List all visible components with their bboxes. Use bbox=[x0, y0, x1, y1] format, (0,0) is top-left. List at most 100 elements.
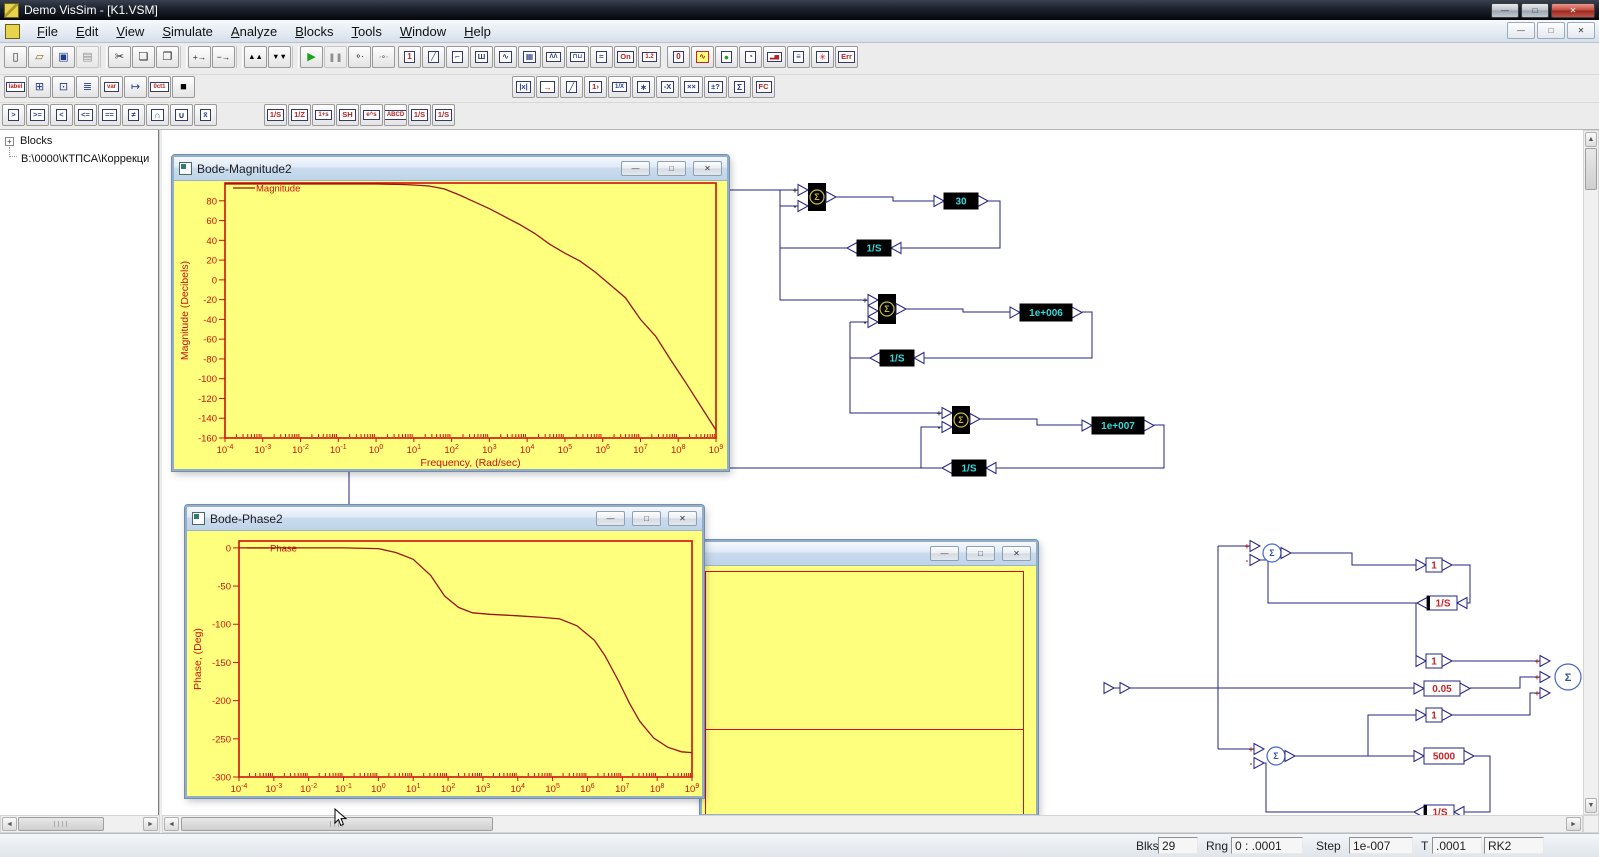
bode-magnitude-window[interactable]: Bode-Magnitude2 — □ ✕ 806040200-20-40-60… bbox=[172, 155, 729, 471]
gain-block-1e7[interactable]: 1e+007 bbox=[1082, 417, 1154, 434]
flip-up-button[interactable]: ▲▲ bbox=[244, 46, 267, 68]
canvas-vscrollbar[interactable]: ▲ ▼ bbox=[1583, 130, 1599, 815]
minimize-icon[interactable]: — bbox=[621, 161, 650, 176]
listbox-block-button[interactable]: ≡ bbox=[787, 46, 810, 68]
plot-window-background-titlebar[interactable]: — □ ✕ bbox=[702, 542, 1036, 566]
canvas-vscroll-thumb[interactable] bbox=[1585, 148, 1597, 190]
multi-step-button[interactable]: ∙∘∙ bbox=[372, 46, 395, 68]
paste-button[interactable]: ❐ bbox=[156, 46, 179, 68]
menu-item-help[interactable]: Help bbox=[455, 22, 500, 41]
not-block-button[interactable]: x̄ bbox=[194, 104, 217, 126]
polar-plot-block-button[interactable]: ✳ bbox=[811, 46, 834, 68]
comment-block-button[interactable]: ■ bbox=[172, 76, 195, 98]
gain-block-button[interactable]: 1› bbox=[584, 76, 607, 98]
menu-item-view[interactable]: View bbox=[107, 22, 153, 41]
scroll-down-icon[interactable]: ▼ bbox=[1585, 798, 1597, 813]
state-space-button[interactable]: ABCD bbox=[384, 104, 407, 126]
sample-hold-button[interactable]: SH bbox=[336, 104, 359, 126]
summing-junction-button[interactable]: Σ bbox=[728, 76, 751, 98]
import-block-button[interactable]: ▦ bbox=[518, 46, 541, 68]
scroll-right-icon[interactable]: ► bbox=[1566, 817, 1581, 831]
pause-simulation-button[interactable]: ❚❚ bbox=[324, 46, 347, 68]
menu-item-file[interactable]: File bbox=[28, 22, 67, 41]
save-file-button[interactable]: ▣ bbox=[52, 46, 75, 68]
maximize-button[interactable]: □ bbox=[1521, 3, 1549, 18]
scroll-right-icon[interactable]: ► bbox=[143, 817, 158, 831]
mdi-restore-button[interactable]: □ bbox=[1537, 22, 1565, 39]
limit-block-button[interactable]: ╱ bbox=[560, 76, 583, 98]
time-delay-button[interactable]: e^s bbox=[360, 104, 383, 126]
minimize-icon[interactable]: — bbox=[596, 511, 625, 526]
unit-delay-button[interactable]: 1/Z bbox=[288, 104, 311, 126]
menu-item-edit[interactable]: Edit bbox=[67, 22, 107, 41]
sinusoid-block-button[interactable]: ∿ bbox=[494, 46, 517, 68]
open-file-button[interactable]: ▱ bbox=[28, 46, 51, 68]
on-off-block-button[interactable]: On bbox=[614, 46, 637, 68]
minimize-button[interactable]: — bbox=[1491, 3, 1519, 18]
ramp-block-button[interactable]: ╱ bbox=[422, 46, 445, 68]
tree-hscrollbar[interactable]: ◄ ► bbox=[0, 815, 160, 833]
tree-item-blocks[interactable]: Blocks bbox=[20, 135, 52, 147]
scroll-left-icon[interactable]: ◄ bbox=[164, 817, 179, 831]
menu-item-tools[interactable]: Tools bbox=[342, 22, 390, 41]
less-than-button[interactable]: < bbox=[50, 104, 73, 126]
greater-equal-button[interactable]: >= bbox=[26, 104, 49, 126]
meter-block-button[interactable]: ◔ bbox=[739, 46, 762, 68]
close-icon[interactable]: ✕ bbox=[668, 511, 697, 526]
list-block-button[interactable]: ≣ bbox=[76, 76, 99, 98]
abs-block-button[interactable]: |x| bbox=[512, 76, 535, 98]
new-file-button[interactable]: ▯ bbox=[4, 46, 27, 68]
display-block-button[interactable]: 0 bbox=[667, 46, 690, 68]
plot-block-button[interactable]: ∿ bbox=[691, 46, 714, 68]
gain-block-1e6[interactable]: 1e+006 bbox=[1010, 304, 1082, 321]
canvas-hscrollbar[interactable]: ◄ ► bbox=[162, 815, 1583, 833]
not-equal-button[interactable]: ≠ bbox=[122, 104, 145, 126]
less-equal-button[interactable]: <= bbox=[74, 104, 97, 126]
mdi-close-button[interactable]: ✕ bbox=[1567, 22, 1595, 39]
compound-output-button[interactable]: ⊡ bbox=[52, 76, 75, 98]
histogram-block-button[interactable]: ▂▅ bbox=[763, 46, 786, 68]
plot-window-background[interactable]: — □ ✕ bbox=[700, 540, 1038, 816]
menu-item-simulate[interactable]: Simulate bbox=[153, 22, 222, 41]
step-block-button[interactable]: ⌐ bbox=[446, 46, 469, 68]
scroll-left-icon[interactable]: ◄ bbox=[2, 817, 17, 831]
inverse-block-button[interactable]: 1/X bbox=[608, 76, 631, 98]
add-connector-button[interactable]: +→ bbox=[188, 46, 211, 68]
square-wave-block-button[interactable]: ⊓⊔ bbox=[566, 46, 589, 68]
multiply-block-button[interactable]: ∗ bbox=[632, 76, 655, 98]
tree-expand-icon[interactable]: + bbox=[5, 137, 14, 146]
print-button[interactable]: ▤ bbox=[76, 46, 99, 68]
convert-block-button[interactable]: → bbox=[536, 76, 559, 98]
label-block-button[interactable]: label bbox=[4, 76, 27, 98]
led-block-button[interactable]: ● bbox=[715, 46, 738, 68]
compound-input-button[interactable]: ⊞ bbox=[28, 76, 51, 98]
tree-item-path[interactable]: B:\0000\КТПСА\Коррекци bbox=[21, 153, 149, 165]
const-ground-block-button[interactable]: 1.2 bbox=[638, 46, 661, 68]
menu-item-window[interactable]: Window bbox=[391, 22, 455, 41]
cut-button[interactable]: ✂ bbox=[108, 46, 131, 68]
restore-icon[interactable]: □ bbox=[632, 511, 661, 526]
remove-connector-button[interactable]: −→ bbox=[212, 46, 235, 68]
noise-block-button[interactable]: ≈ bbox=[590, 46, 613, 68]
close-icon[interactable]: ✕ bbox=[1002, 546, 1031, 561]
single-step-button[interactable]: ∘∙ bbox=[348, 46, 371, 68]
mdi-minimize-button[interactable]: — bbox=[1507, 22, 1535, 39]
and-block-button[interactable]: ∩ bbox=[146, 104, 169, 126]
close-button[interactable]: ✕ bbox=[1551, 3, 1595, 18]
negate-block-button[interactable]: -X bbox=[656, 76, 679, 98]
user-function-button[interactable]: FC bbox=[752, 76, 775, 98]
menu-item-blocks[interactable]: Blocks bbox=[286, 22, 342, 41]
equal-button[interactable]: == bbox=[98, 104, 121, 126]
run-simulation-button[interactable]: ▶ bbox=[300, 46, 323, 68]
octave-label-button[interactable]: 0ct1 bbox=[148, 76, 171, 98]
const-block-button[interactable]: 1 bbox=[398, 46, 421, 68]
integrator-button[interactable]: 1/S bbox=[264, 104, 287, 126]
variable-block-button[interactable]: var bbox=[100, 76, 123, 98]
restore-icon[interactable]: □ bbox=[966, 546, 995, 561]
transfer-function-button[interactable]: 1+s bbox=[312, 104, 335, 126]
scroll-up-icon[interactable]: ▲ bbox=[1585, 132, 1597, 147]
power-block-button[interactable]: ×× bbox=[680, 76, 703, 98]
bode-phase-window[interactable]: Bode-Phase2 — □ ✕ 0-50-100-150-200-250-3… bbox=[185, 505, 704, 798]
limited-integrator-button[interactable]: 1/S bbox=[408, 104, 431, 126]
restore-icon[interactable]: □ bbox=[657, 161, 686, 176]
